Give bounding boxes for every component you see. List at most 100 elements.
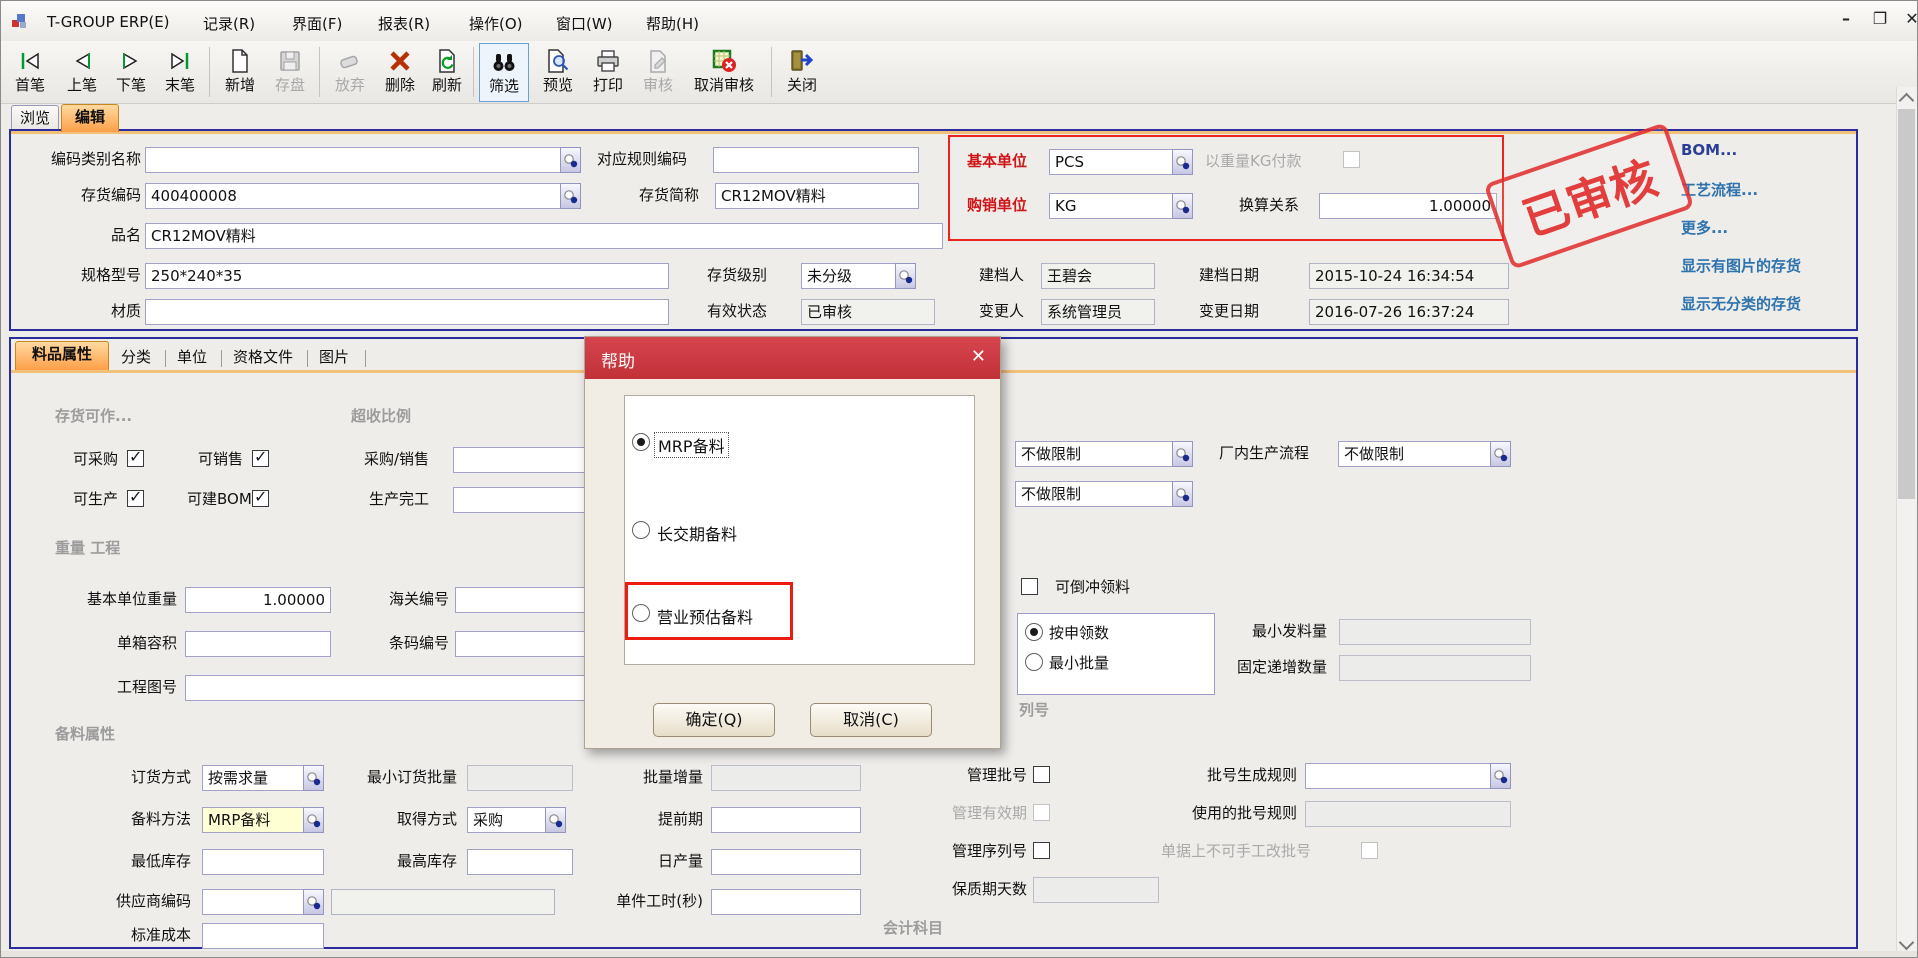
batch-rule-input[interactable] — [1305, 763, 1491, 789]
toolbar-cancel-audit[interactable]: 取消审核 — [683, 45, 765, 101]
limit-input-2[interactable]: 不做限制 — [1015, 481, 1173, 507]
nav-prev-icon — [69, 45, 95, 77]
menu-window[interactable]: 窗口(W) — [556, 13, 613, 34]
product-name-input[interactable]: CR12MOV精料 — [145, 223, 943, 249]
manage-batch-checkbox[interactable] — [1033, 766, 1050, 783]
toolbar-refresh[interactable]: 刷新 — [425, 45, 469, 101]
manage-validity-checkbox — [1033, 804, 1050, 821]
manage-serial-checkbox[interactable] — [1033, 842, 1050, 859]
factory-flow-input[interactable]: 不做限制 — [1338, 441, 1491, 467]
scrollbar-thumb[interactable] — [1898, 109, 1915, 499]
sellable-checkbox[interactable] — [252, 450, 269, 467]
subtab-units[interactable]: 单位 — [177, 347, 207, 367]
prep-method-input[interactable]: MRP备料 — [202, 807, 304, 833]
toolbar-first-record[interactable]: 首笔 — [7, 45, 53, 101]
std-cost-input[interactable] — [202, 923, 324, 949]
close-button[interactable]: ✕ — [1899, 9, 1918, 28]
daily-output-label: 日产量 — [625, 851, 703, 871]
conversion-input[interactable]: 1.00000 — [1319, 193, 1497, 219]
toolbar-delete[interactable]: 删除 — [377, 45, 423, 101]
subtab-item-attributes[interactable]: 料品属性 — [15, 341, 109, 370]
link-show-unclassified-items[interactable]: 显示无分类的存货 — [1681, 293, 1801, 314]
limit-2-lookup-button[interactable] — [1172, 481, 1193, 507]
producible-checkbox[interactable] — [127, 490, 144, 507]
help-dialog-close-icon[interactable]: ✕ — [971, 346, 986, 367]
menu-report[interactable]: 报表(R) — [378, 13, 430, 34]
menu-tgroup-erp[interactable]: T-GROUP ERP(E) — [47, 13, 170, 31]
item-code-input[interactable]: 400400008 — [145, 183, 561, 209]
limit-1-lookup-button[interactable] — [1172, 441, 1193, 467]
purchasable-checkbox[interactable] — [127, 450, 144, 467]
link-process-flow[interactable]: 工艺流程... — [1681, 179, 1758, 200]
minimize-button[interactable]: – — [1833, 9, 1859, 28]
prep-method-lookup-button[interactable] — [303, 807, 324, 833]
toolbar-preview[interactable]: 预览 — [535, 45, 581, 101]
backflush-checkbox[interactable] — [1021, 578, 1038, 595]
subtab-images[interactable]: 图片 — [319, 347, 349, 367]
toolbar-close[interactable]: 关闭 — [779, 45, 825, 101]
min-stock-input[interactable] — [202, 849, 324, 875]
mrp-prep-radio[interactable] — [632, 433, 650, 451]
long-leadtime-prep-radio[interactable] — [632, 521, 650, 539]
base-unit-input[interactable]: PCS — [1049, 149, 1173, 175]
discard-icon — [337, 45, 363, 77]
item-abbr-input[interactable]: CR12MOV精料 — [715, 183, 919, 209]
restore-button[interactable]: ❐ — [1867, 9, 1893, 28]
by-requisition-radio[interactable] — [1025, 623, 1043, 641]
spec-input[interactable]: 250*240*35 — [145, 263, 669, 289]
item-level-lookup-button[interactable] — [895, 263, 916, 289]
order-method-lookup-button[interactable] — [303, 765, 324, 791]
rule-code-label: 对应规则编码 — [597, 149, 687, 169]
menu-view[interactable]: 界面(F) — [292, 13, 342, 34]
material-input[interactable] — [145, 299, 669, 325]
menu-help[interactable]: 帮助(H) — [646, 13, 699, 34]
bom-allowed-checkbox[interactable] — [252, 490, 269, 507]
help-dialog-titlebar[interactable]: 帮助 ✕ — [585, 337, 1000, 379]
daily-output-input[interactable] — [711, 849, 861, 875]
mrp-prep-label[interactable]: MRP备料 — [655, 433, 728, 457]
limit-input-1[interactable]: 不做限制 — [1015, 441, 1173, 467]
trade-unit-input[interactable]: KG — [1049, 193, 1173, 219]
drawing-no-input[interactable] — [185, 675, 585, 701]
base-unit-lookup-button[interactable] — [1172, 149, 1193, 175]
supplier-code-lookup-button[interactable] — [303, 889, 324, 915]
menu-record[interactable]: 记录(R) — [203, 13, 255, 34]
toolbar-last-record[interactable]: 末笔 — [157, 45, 203, 101]
coding-category-lookup-button[interactable] — [560, 147, 581, 173]
link-more[interactable]: 更多... — [1681, 217, 1728, 238]
rule-code-input[interactable] — [713, 147, 919, 173]
toolbar-new[interactable]: 新增 — [217, 45, 263, 101]
unit-hours-input[interactable] — [711, 889, 861, 915]
box-volume-input[interactable] — [185, 631, 331, 657]
trade-unit-lookup-button[interactable] — [1172, 193, 1193, 219]
link-bom[interactable]: BOM... — [1681, 141, 1737, 159]
acquire-method-input[interactable]: 采购 — [467, 807, 546, 833]
order-method-input[interactable]: 按需求量 — [202, 765, 304, 791]
max-stock-input[interactable] — [467, 849, 573, 875]
min-batch-radio[interactable] — [1025, 653, 1043, 671]
long-leadtime-prep-label[interactable]: 长交期备料 — [657, 521, 737, 545]
factory-flow-lookup-button[interactable] — [1490, 441, 1511, 467]
tab-browse[interactable]: 浏览 — [11, 105, 59, 131]
supplier-code-input[interactable] — [202, 889, 304, 915]
acquire-method-lookup-button[interactable] — [545, 807, 566, 833]
toolbar-next-record[interactable]: 下笔 — [109, 45, 153, 101]
tab-edit[interactable]: 编辑 — [61, 104, 119, 132]
dialog-ok-button[interactable]: 确定(Q) — [653, 703, 775, 737]
item-code-lookup-button[interactable] — [560, 183, 581, 209]
link-show-items-with-images[interactable]: 显示有图片的存货 — [1681, 255, 1801, 276]
base-unit-weight-input[interactable]: 1.00000 — [185, 587, 331, 613]
modifier-value: 系统管理员 — [1041, 299, 1155, 325]
coding-category-input[interactable] — [145, 147, 561, 173]
subtab-qualification-files[interactable]: 资格文件 — [233, 347, 293, 367]
item-level-input[interactable]: 未分级 — [801, 263, 896, 289]
toolbar-filter[interactable]: 筛选 — [479, 43, 529, 102]
subtab-classification[interactable]: 分类 — [121, 347, 151, 367]
menu-action[interactable]: 操作(O) — [469, 13, 523, 34]
toolbar-print[interactable]: 打印 — [585, 45, 631, 101]
magnifier-icon — [1175, 447, 1190, 462]
dialog-cancel-button[interactable]: 取消(C) — [810, 703, 932, 737]
toolbar-prev-record[interactable]: 上笔 — [59, 45, 105, 101]
batch-rule-lookup-button[interactable] — [1490, 763, 1511, 789]
lead-time-input[interactable] — [711, 807, 861, 833]
